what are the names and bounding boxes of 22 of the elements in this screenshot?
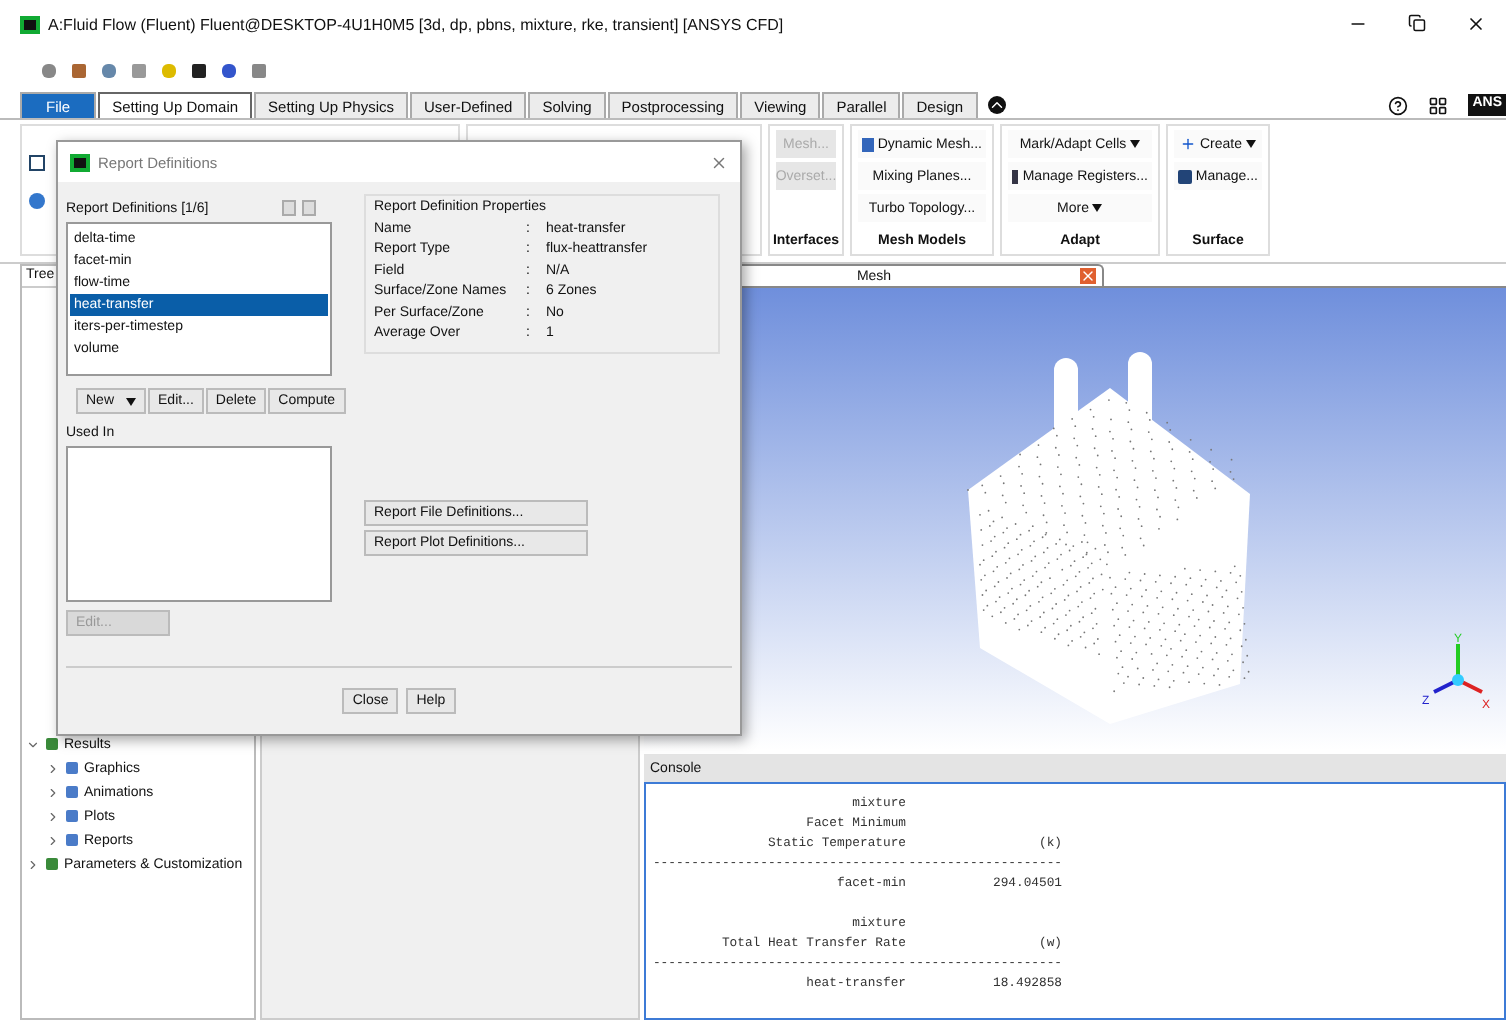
dropdown-arrow-icon	[1246, 140, 1256, 148]
help-icon[interactable]	[1388, 95, 1409, 115]
plus-icon	[1179, 136, 1196, 152]
close-icon[interactable]	[1466, 14, 1486, 34]
restore-icon[interactable]	[1408, 14, 1426, 32]
surface-icon	[1178, 169, 1192, 183]
layout-icon[interactable]	[1428, 95, 1449, 115]
app-icon	[20, 15, 40, 33]
chevron-icon[interactable]	[46, 833, 60, 847]
circle-icon[interactable]	[28, 192, 46, 210]
app-icon	[70, 153, 90, 171]
chevron-icon[interactable]	[46, 785, 60, 799]
window-title: A:Fluid Flow (Fluent) Fluent@DESKTOP-4U1H0M5 [3d, dp, pbns, mixture, rke, transient] [ANSYS CFD]	[48, 15, 786, 33]
chevron-icon[interactable]	[26, 857, 40, 871]
chevron-icon[interactable]	[46, 809, 60, 823]
chevron-icon[interactable]	[46, 761, 60, 775]
dropdown-arrow-icon	[126, 397, 137, 405]
dropdown-arrow-icon	[1092, 204, 1103, 212]
dropdown-arrow-icon	[1130, 140, 1141, 148]
collapse-icon[interactable]	[987, 96, 1006, 114]
mesh-icon	[862, 137, 874, 151]
chevron-icon[interactable]	[26, 737, 40, 751]
